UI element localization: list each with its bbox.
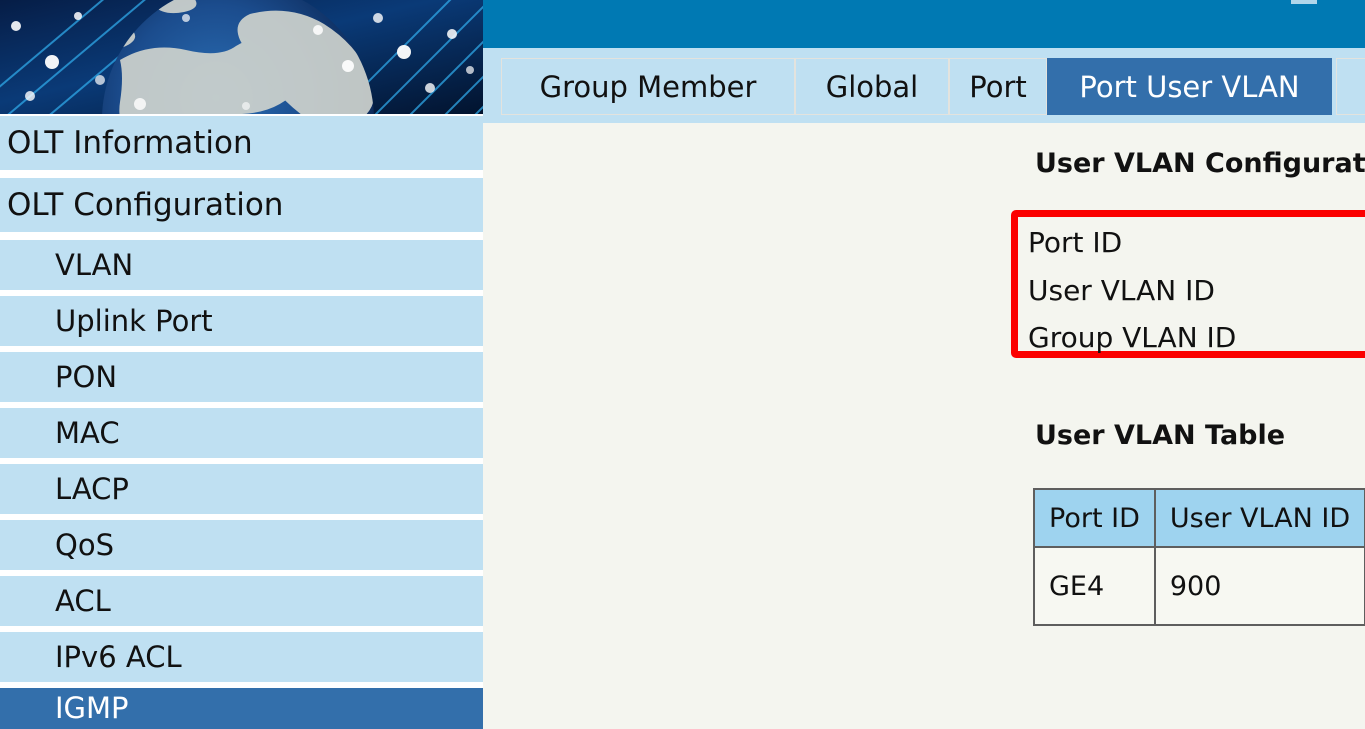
content-area: Group Member Global Port Port User VLAN … bbox=[483, 0, 1365, 729]
sidebar-item-olt-configuration[interactable]: OLT Configuration bbox=[0, 178, 483, 232]
sidebar-item-label: Uplink Port bbox=[55, 303, 213, 338]
sidebar-item-label: VLAN bbox=[55, 247, 134, 282]
tab-global[interactable]: Global bbox=[795, 58, 949, 115]
form-row-user-vlan-id: User VLAN ID 900 bbox=[1028, 268, 1365, 312]
sidebar-item-igmp[interactable]: IGMP bbox=[0, 688, 483, 729]
sidebar-item-label: IPv6 ACL bbox=[55, 639, 182, 674]
table-header-row: Port ID User VLAN ID Group VLAN ID Delet… bbox=[1033, 488, 1365, 548]
sidebar-item-label: LACP bbox=[55, 471, 129, 506]
sidebar-item-label: ACL bbox=[55, 583, 111, 618]
tab-label: Port User VLAN bbox=[1079, 69, 1300, 104]
tab-port-user-vlan[interactable]: Port User VLAN bbox=[1047, 58, 1332, 115]
sidebar-item-olt-information[interactable]: OLT Information bbox=[0, 116, 483, 170]
tab-label: Global bbox=[825, 69, 919, 104]
table-section-title: User VLAN Table bbox=[1035, 420, 1286, 451]
sidebar-item-uplink-port[interactable]: Uplink Port bbox=[0, 296, 483, 346]
cell-user-vlan-id: 900 bbox=[1153, 546, 1365, 626]
sidebar-item-label: OLT Configuration bbox=[7, 186, 284, 223]
sidebar-item-label: IGMP bbox=[55, 691, 129, 725]
user-vlan-id-label: User VLAN ID bbox=[1028, 273, 1215, 307]
sidebar: OLT Information OLT Configuration VLAN U… bbox=[0, 0, 483, 729]
tab-port[interactable]: Port bbox=[949, 58, 1047, 115]
sidebar-item-lacp[interactable]: LACP bbox=[0, 464, 483, 514]
sidebar-item-label: MAC bbox=[55, 415, 120, 450]
form-row-port-id: Port ID GE4 bbox=[1028, 220, 1365, 264]
sidebar-item-acl[interactable]: ACL bbox=[0, 576, 483, 626]
sidebar-item-mac[interactable]: MAC bbox=[0, 408, 483, 458]
page-root: OLT Information OLT Configuration VLAN U… bbox=[0, 0, 1365, 729]
table-row: GE4 900 900 bbox=[1033, 546, 1365, 626]
column-header-user-vlan-id: User VLAN ID bbox=[1153, 488, 1365, 548]
header-bar bbox=[483, 0, 1365, 48]
tab-label: Group Member bbox=[539, 69, 757, 104]
sidebar-item-qos[interactable]: QoS bbox=[0, 520, 483, 570]
form-row-group-vlan-id: Group VLAN ID 900 bbox=[1028, 315, 1365, 359]
column-header-port-id: Port ID bbox=[1033, 488, 1156, 548]
sidebar-item-label: QoS bbox=[55, 527, 114, 562]
sidebar-item-ipv6-acl[interactable]: IPv6 ACL bbox=[0, 632, 483, 682]
port-id-label: Port ID bbox=[1028, 225, 1123, 259]
tab-group-member[interactable]: Group Member bbox=[501, 58, 795, 115]
sidebar-item-label: OLT Information bbox=[7, 124, 253, 161]
globe-fiber-banner bbox=[0, 0, 483, 114]
tab-strip: Group Member Global Port Port User VLAN bbox=[483, 48, 1365, 123]
config-section-title: User VLAN Configuration bbox=[1035, 148, 1365, 179]
user-vlan-table: Port ID User VLAN ID Group VLAN ID Delet… bbox=[1033, 488, 1365, 626]
group-vlan-id-label: Group VLAN ID bbox=[1028, 320, 1237, 354]
header-nub bbox=[1291, 0, 1317, 4]
sidebar-item-label: PON bbox=[55, 359, 118, 394]
tab-next-partial[interactable] bbox=[1336, 58, 1365, 115]
sidebar-item-vlan[interactable]: VLAN bbox=[0, 240, 483, 290]
sidebar-item-pon[interactable]: PON bbox=[0, 352, 483, 402]
tab-label: Port bbox=[969, 69, 1027, 104]
cell-port-id: GE4 bbox=[1033, 546, 1156, 626]
